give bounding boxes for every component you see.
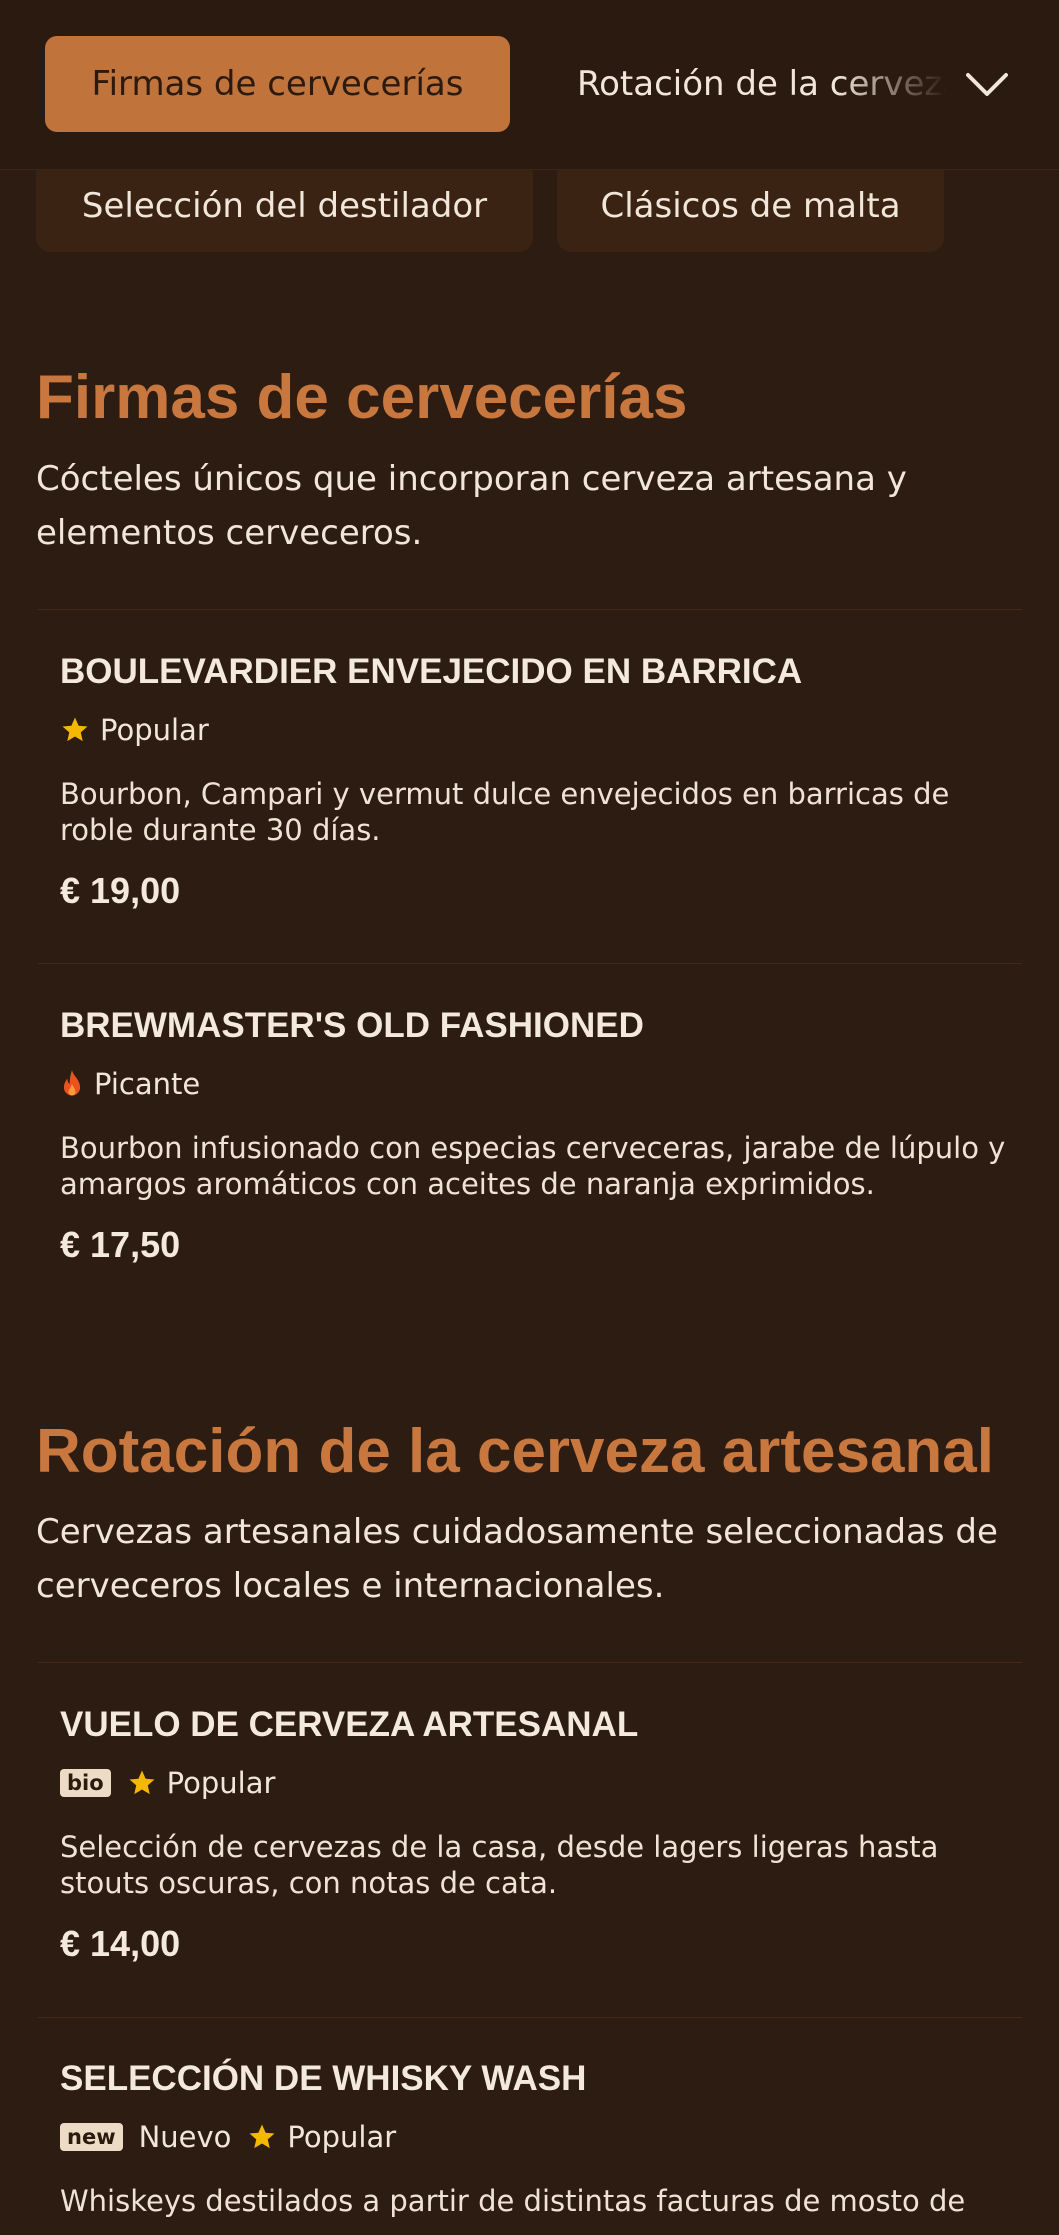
- tab-clasicos-de-malta[interactable]: Clásicos de malta: [557, 160, 944, 252]
- tag-label: Picante: [94, 1067, 201, 1101]
- flame-icon: [63, 1070, 81, 1096]
- item-tags: Popular: [60, 708, 1020, 752]
- star-icon: [249, 2124, 275, 2149]
- star-icon: [129, 1770, 155, 1795]
- item-name: BOULEVARDIER ENVEJECIDO EN BARRICA: [60, 652, 803, 691]
- item-tags: bio Popular: [60, 1761, 1020, 1805]
- category-nav: Firmas de cervecerías Rotación de la cer…: [0, 0, 1059, 170]
- tag-label: Popular: [287, 2120, 397, 2154]
- item-tags: Picante: [60, 1062, 1020, 1106]
- menu-item[interactable]: VUELO DE CERVEZA ARTESANAL bio Popular S…: [60, 1703, 1020, 1965]
- section-title: Firmas de cervecerías: [36, 363, 688, 432]
- tag-nuevo: Nuevo: [139, 2120, 232, 2154]
- item-price: € 19,00: [60, 870, 181, 911]
- tag-popular: Popular: [60, 713, 209, 747]
- tag-popular: Popular: [127, 1766, 276, 1800]
- item-price: € 14,00: [60, 1923, 181, 1964]
- divider: [38, 1662, 1022, 1663]
- tag-label: Popular: [100, 713, 209, 747]
- divider: [38, 609, 1022, 610]
- tab-firmas-de-cervecerias[interactable]: Firmas de cervecerías: [45, 36, 510, 132]
- item-tags: new Nuevo Popular: [60, 2115, 1020, 2159]
- item-price: € 17,50: [60, 1224, 181, 1265]
- chevron-down-icon[interactable]: [962, 60, 1012, 110]
- tag-picante: Picante: [60, 1067, 200, 1101]
- divider: [38, 963, 1022, 964]
- tag-popular: Popular: [247, 2120, 396, 2154]
- bio-badge: bio: [60, 1769, 111, 1797]
- item-name: BREWMASTER'S OLD FASHIONED: [60, 1006, 644, 1045]
- tag-label: Nuevo: [138, 2120, 232, 2154]
- section-description: Cervezas artesanales cuidadosamente sele…: [36, 1512, 998, 1606]
- item-description: Whiskeys destilados a partir de distinta…: [60, 2184, 966, 2218]
- item-description: Bourbon, Campari y vermut dulce envejeci…: [60, 777, 950, 847]
- item-name: VUELO DE CERVEZA ARTESANAL: [60, 1705, 639, 1744]
- new-badge: new: [60, 2123, 123, 2151]
- tag-label: Popular: [166, 1766, 276, 1800]
- section-title: Rotación de la cerveza artesanal: [36, 1417, 995, 1486]
- tab-seleccion-del-destilador[interactable]: Selección del destilador: [36, 160, 533, 252]
- star-icon: [62, 717, 88, 742]
- item-name: SELECCIÓN DE WHISKY WASH: [60, 2059, 587, 2098]
- item-description: Selección de cervezas de la casa, desde …: [60, 1830, 939, 1900]
- menu-item[interactable]: SELECCIÓN DE WHISKY WASH new Nuevo Popul…: [60, 2057, 1020, 2219]
- divider: [38, 2017, 1022, 2018]
- section-description: Cócteles únicos que incorporan cerveza a…: [36, 459, 907, 553]
- menu-item[interactable]: BREWMASTER'S OLD FASHIONED Picante Bourb…: [60, 1004, 1020, 1266]
- tab-rotacion-cerveza-artesanal[interactable]: Rotación de la cerveza artesanal: [577, 36, 947, 132]
- item-description: Bourbon infusionado con especias cervece…: [60, 1131, 1006, 1201]
- menu-item[interactable]: BOULEVARDIER ENVEJECIDO EN BARRICA Popul…: [60, 650, 1020, 912]
